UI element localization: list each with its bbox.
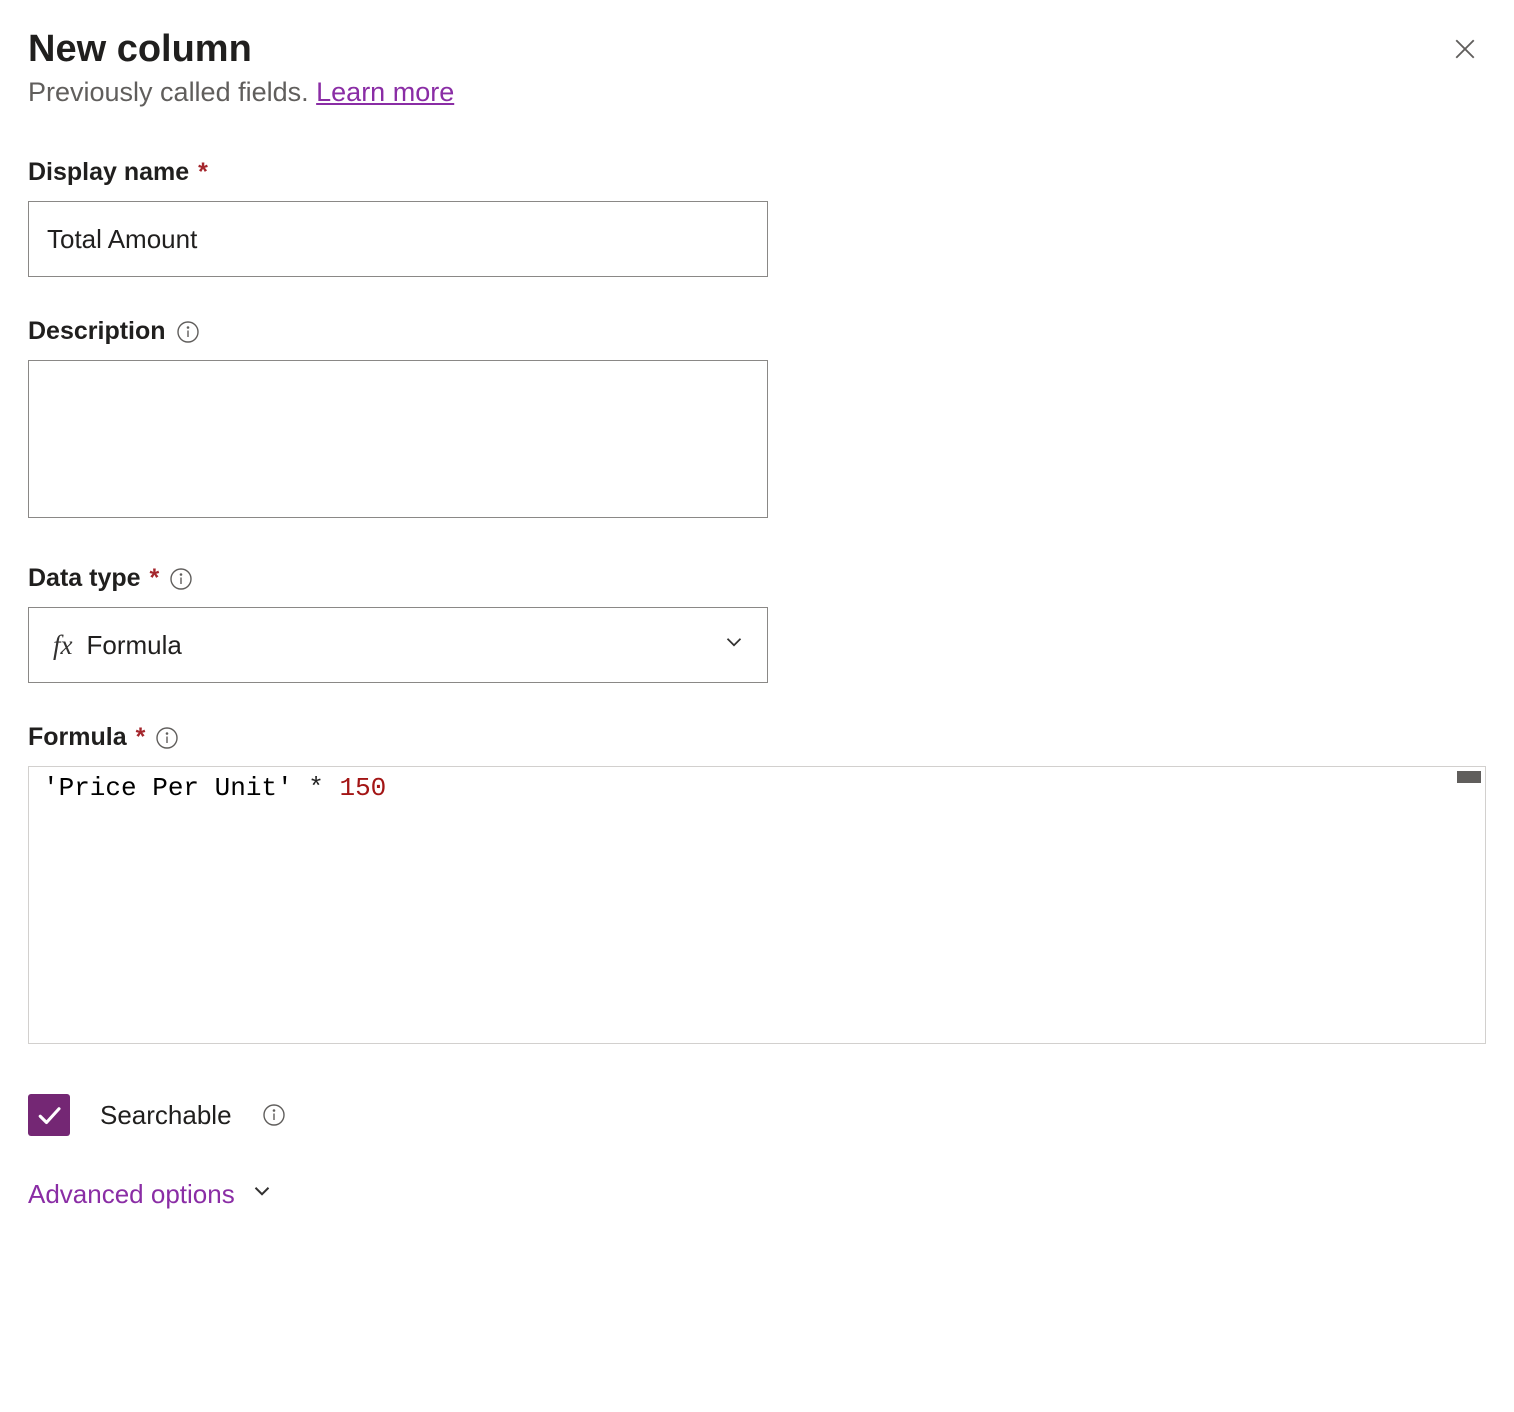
description-input[interactable] [28,360,768,518]
info-icon[interactable] [169,567,193,591]
formula-token-string: 'Price Per Unit' [43,773,293,803]
advanced-options-toggle[interactable]: Advanced options [28,1178,1486,1211]
searchable-label: Searchable [100,1100,232,1131]
chevron-down-icon [721,629,747,661]
field-data-type: Data type * fx Formula [28,564,1486,683]
required-indicator: * [150,564,160,592]
display-name-label: Display name * [28,158,1486,187]
formula-token-number: 150 [339,773,386,803]
learn-more-link[interactable]: Learn more [316,77,454,107]
close-button[interactable] [1444,28,1486,70]
data-type-selected-text: Formula [87,630,182,661]
data-type-select[interactable]: fx Formula [28,607,768,683]
searchable-row: Searchable [28,1094,1486,1136]
panel-subtitle: Previously called fields. Learn more [28,77,1486,108]
field-display-name: Display name * [28,158,1486,277]
formula-label: Formula * [28,723,1486,752]
scrollbar-hint [1457,771,1481,783]
formula-editor[interactable]: 'Price Per Unit' * 150 [28,766,1486,1044]
info-icon[interactable] [155,726,179,750]
field-formula: Formula * 'Price Per Unit' * 150 [28,723,1486,1044]
formula-token-operator: * [308,773,324,803]
advanced-options-label: Advanced options [28,1179,235,1210]
info-icon[interactable] [262,1103,286,1127]
data-type-label: Data type * [28,564,1486,593]
searchable-checkbox[interactable] [28,1094,70,1136]
required-indicator: * [136,723,146,751]
info-icon[interactable] [176,320,200,344]
formula-icon: fx [53,630,73,661]
close-icon [1450,34,1480,64]
field-description: Description [28,317,1486,524]
description-label: Description [28,317,1486,346]
checkmark-icon [34,1100,64,1130]
required-indicator: * [198,158,208,186]
display-name-input[interactable] [28,201,768,277]
chevron-down-icon [249,1178,275,1211]
panel-title: New column [28,28,252,71]
